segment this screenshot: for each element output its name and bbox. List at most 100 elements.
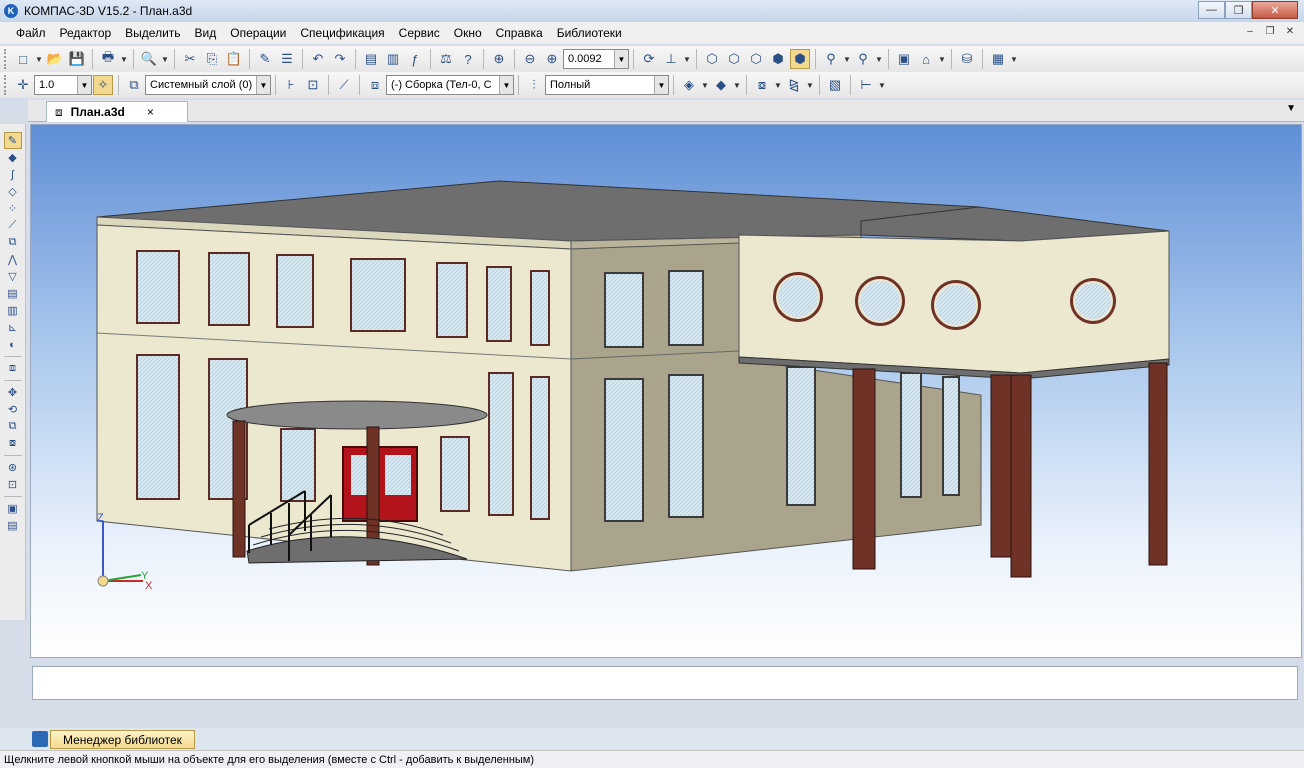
sheet-metal-icon[interactable]: ◐ [4,336,22,353]
chevron-down-icon[interactable]: ▼ [701,75,709,95]
tab-plan[interactable]: ⧈ План.a3d × [46,101,188,122]
filter-icon[interactable]: ▽ [4,268,22,285]
new-document-icon[interactable]: □ [13,49,33,69]
open-folder-icon[interactable]: 📂 [45,49,65,69]
mirror-icon[interactable]: ⧎ [784,75,804,95]
surface-icon[interactable]: ◈ [679,75,699,95]
properties-brush-icon[interactable]: ✎ [255,49,275,69]
copy-component-icon[interactable]: ⧉ [4,418,22,435]
wireframe-icon[interactable]: ⬡ [702,49,722,69]
chevron-down-icon[interactable]: ▼ [1010,49,1018,69]
doc-restore-button[interactable]: ❐ [1262,24,1278,38]
part-icon[interactable]: ◆ [4,149,22,166]
specification-icon[interactable]: ▤ [4,285,22,302]
layer-select[interactable]: Системный слой (0) ▼ [145,75,271,95]
view-mode-icon[interactable]: ⫶ [524,75,544,95]
menu-select[interactable]: Выделить [125,26,180,40]
zoom-scale-icon[interactable]: ⊕ [542,49,562,69]
coordinate-system-icon[interactable]: ⊦ [281,75,301,95]
doc-close-button[interactable]: ✕ [1282,24,1298,38]
measure-icon[interactable]: ⊾ [4,319,22,336]
curves-icon[interactable]: ∫ [4,166,22,183]
auxiliary-geometry-icon[interactable]: ⟋ [4,217,22,234]
chevron-down-icon[interactable]: ▼ [875,49,883,69]
library-manager-icon[interactable] [32,731,48,747]
dimension-icon[interactable]: ⊢ [856,75,876,95]
edit-part-icon[interactable]: ✎ [3,132,22,149]
print-icon[interactable]: 🖶 [98,49,118,69]
tab-close-button[interactable]: × [147,105,154,119]
grid-snap-icon[interactable]: ✧ [93,75,113,95]
copy-icon[interactable]: ⎘ [202,49,222,69]
save-icon[interactable]: 💾 [67,49,87,69]
menu-window[interactable]: Окно [454,26,482,40]
function-icon[interactable]: ƒ [405,49,425,69]
collision-icon[interactable]: ⧇ [4,435,22,452]
menu-operations[interactable]: Операции [230,26,286,40]
hidden-lines-icon[interactable]: ⬡ [724,49,744,69]
orientation-icon[interactable]: ⊥ [661,49,681,69]
chevron-down-icon[interactable]: ▼ [654,76,668,94]
snap-icon[interactable]: ⚲ [853,49,873,69]
layer-icon[interactable]: ⧉ [124,75,144,95]
library-icon[interactable]: ⛁ [957,49,977,69]
zoom-value-field[interactable]: 0.0092 ▼ [563,49,629,69]
chevron-down-icon[interactable]: ▼ [806,75,814,95]
chevron-down-icon[interactable]: ▼ [256,76,270,94]
menu-view[interactable]: Вид [195,26,217,40]
chevron-down-icon[interactable]: ▼ [161,49,169,69]
zoom-window-icon[interactable]: ⊕ [489,49,509,69]
rotate-icon[interactable]: ⟳ [639,49,659,69]
chevron-down-icon[interactable]: ▼ [733,75,741,95]
chevron-down-icon[interactable]: ▼ [843,49,851,69]
help-cursor-icon[interactable]: ? [458,49,478,69]
arrays-icon[interactable]: ⁘ [4,200,22,217]
properties-list-icon[interactable]: ☰ [277,49,297,69]
solid-icon[interactable]: ◆ [711,75,731,95]
move-component-icon[interactable]: ✥ [4,384,22,401]
library-manager-tab[interactable]: Менеджер библиотек [50,730,195,749]
variables-icon[interactable]: ▥ [383,49,403,69]
calculator-icon[interactable]: ⚖ [436,49,456,69]
menu-specification[interactable]: Спецификация [300,26,384,40]
halftone-icon[interactable]: ⬢ [768,49,788,69]
chevron-down-icon[interactable]: ▼ [878,75,886,95]
zoom-all-icon[interactable]: ⊖ [520,49,540,69]
specification-icon[interactable]: ▦ [988,49,1008,69]
chevron-down-icon[interactable]: ▼ [499,76,513,94]
close-button[interactable]: ✕ [1252,1,1298,19]
dimensions-icon[interactable]: ⋀ [4,251,22,268]
cursor-step-icon[interactable]: ✛ [13,75,33,95]
chevron-down-icon[interactable]: ▼ [938,49,946,69]
plane-orientation-icon[interactable]: ⟋ [334,75,354,95]
chevron-down-icon[interactable]: ▼ [774,75,782,95]
home-icon[interactable]: ⌂ [916,49,936,69]
toolbar-grip[interactable] [4,49,8,69]
thin-hidden-lines-icon[interactable]: ⬡ [746,49,766,69]
fix-icon[interactable]: ⊛ [4,459,22,476]
component-icon[interactable]: ▧ [825,75,845,95]
pattern-icon[interactable]: ⧇ [752,75,772,95]
filter-icon[interactable]: ⚲ [821,49,841,69]
assembly-icon[interactable]: ⧈ [365,75,385,95]
chevron-down-icon[interactable]: ▼ [614,50,628,68]
list-icon[interactable]: ▤ [4,517,22,534]
step-field[interactable]: 1.0 ▼ [34,75,92,95]
rotate-component-icon[interactable]: ⟲ [4,401,22,418]
redo-icon[interactable]: ↷ [330,49,350,69]
cube-icon[interactable]: ▣ [894,49,914,69]
minimize-button[interactable]: — [1198,1,1225,19]
preview-icon[interactable]: 🔍 [139,49,159,69]
insert-component-icon[interactable]: ⧈ [4,360,22,377]
chevron-down-icon[interactable]: ▼ [1286,103,1296,114]
menu-service[interactable]: Сервис [399,26,440,40]
menu-file[interactable]: Файл [16,26,46,40]
chevron-down-icon[interactable]: ▼ [77,76,91,94]
toolbar-grip[interactable] [4,75,8,95]
properties-panel[interactable] [32,666,1298,700]
mates-icon[interactable]: ⧉ [4,234,22,251]
halftone-edges-icon[interactable]: ⬢ [790,49,810,69]
chevron-down-icon[interactable]: ▼ [35,49,43,69]
local-cs-icon[interactable]: ⊡ [303,75,323,95]
display-mode-select[interactable]: Полный ▼ [545,75,669,95]
